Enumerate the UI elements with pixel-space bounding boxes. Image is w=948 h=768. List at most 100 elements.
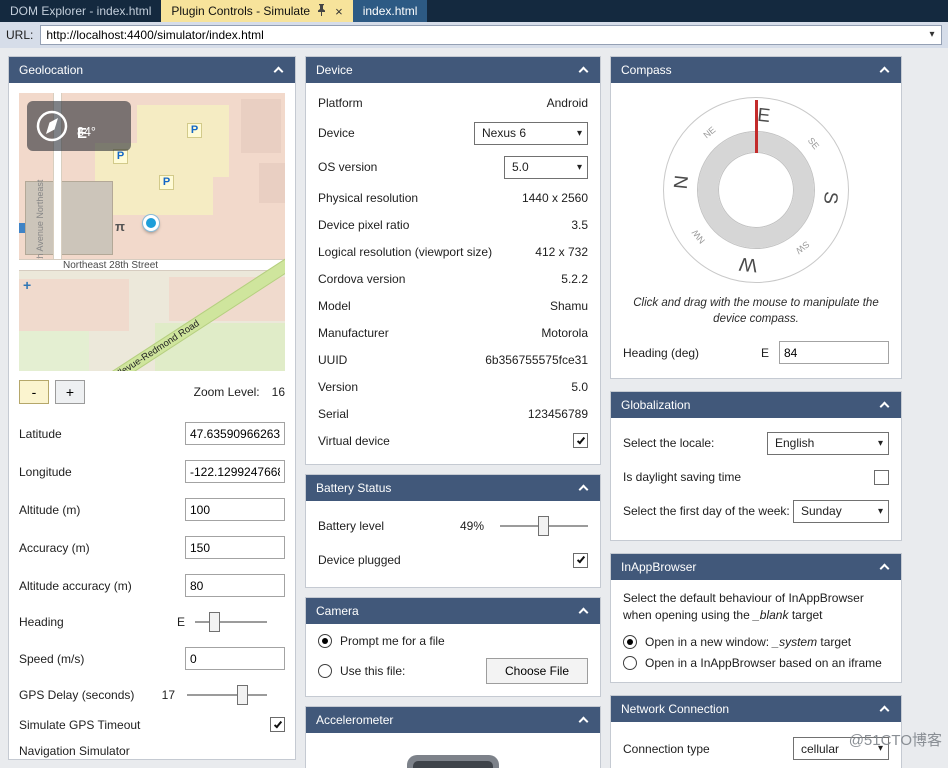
heading-slider[interactable] bbox=[195, 612, 267, 632]
pin-icon[interactable] bbox=[317, 4, 326, 19]
pixel-ratio-value: 3.5 bbox=[571, 218, 588, 232]
battery-header[interactable]: Battery Status bbox=[306, 475, 600, 501]
speed-input[interactable] bbox=[185, 647, 285, 670]
tab-index-html[interactable]: index.html bbox=[353, 0, 428, 22]
first-day-select[interactable]: Sunday ▾ bbox=[793, 500, 889, 523]
description-text: target bbox=[788, 608, 822, 622]
zoom-out-button[interactable]: - bbox=[19, 380, 49, 404]
accuracy-input[interactable] bbox=[185, 536, 285, 559]
map-building bbox=[259, 163, 285, 203]
locale-select[interactable]: English ▾ bbox=[767, 432, 889, 455]
slider-track bbox=[195, 621, 267, 623]
panel-compass: Compass N NE E SE S SW W NW bbox=[610, 56, 902, 379]
gps-delay-slider[interactable] bbox=[187, 685, 267, 705]
panel-title: Geolocation bbox=[19, 63, 83, 77]
gps-timeout-checkbox[interactable] bbox=[270, 717, 285, 732]
network-header[interactable]: Network Connection bbox=[611, 696, 901, 722]
cardinal-e: E bbox=[749, 102, 778, 131]
navigation-simulator-label: Navigation Simulator bbox=[19, 744, 285, 758]
panel-title: Battery Status bbox=[316, 481, 391, 495]
cardinal-s: S bbox=[815, 183, 844, 212]
check-icon bbox=[576, 435, 584, 444]
slider-thumb[interactable] bbox=[237, 685, 248, 705]
altitude-accuracy-input[interactable] bbox=[185, 574, 285, 597]
battery-level-slider[interactable] bbox=[500, 516, 588, 536]
url-dropdown-icon[interactable]: ▾ bbox=[924, 27, 940, 43]
version-value: 5.0 bbox=[571, 380, 588, 394]
device-illustration[interactable] bbox=[407, 755, 499, 768]
manufacturer-value: Motorola bbox=[541, 326, 588, 340]
close-icon[interactable]: × bbox=[335, 4, 343, 19]
gps-timeout-label: Simulate GPS Timeout bbox=[19, 718, 270, 732]
url-label: URL: bbox=[6, 28, 33, 42]
chevron-up-icon[interactable] bbox=[274, 67, 284, 77]
device-plugged-label: Device plugged bbox=[318, 553, 401, 567]
panel-inappbrowser: InAppBrowser Select the default behaviou… bbox=[610, 553, 902, 683]
parking-icon: P bbox=[187, 123, 202, 138]
gps-delay-value: 17 bbox=[162, 688, 175, 702]
chevron-up-icon[interactable] bbox=[880, 564, 890, 574]
camera-header[interactable]: Camera bbox=[306, 598, 600, 624]
cardinal-n: N bbox=[668, 168, 697, 197]
option-text: Open in a new window: bbox=[645, 635, 772, 649]
location-dot[interactable] bbox=[143, 215, 159, 231]
camera-file-radio[interactable] bbox=[318, 664, 332, 678]
altitude-input[interactable] bbox=[185, 498, 285, 521]
locale-value: English bbox=[775, 436, 814, 450]
chevron-up-icon[interactable] bbox=[579, 67, 589, 77]
device-plugged-checkbox[interactable] bbox=[573, 553, 588, 568]
panel-accelerometer: Accelerometer bbox=[305, 706, 601, 768]
battery-level-label: Battery level bbox=[318, 519, 460, 533]
watermark: @51CTO博客 bbox=[849, 729, 942, 750]
device-select[interactable]: Nexus 6 ▾ bbox=[474, 122, 588, 145]
altitude-accuracy-label: Altitude accuracy (m) bbox=[19, 579, 185, 593]
dst-label: Is daylight saving time bbox=[623, 470, 741, 484]
panel-title: Accelerometer bbox=[316, 713, 393, 727]
device-select-value: Nexus 6 bbox=[482, 126, 526, 140]
os-version-value: 5.0 bbox=[512, 160, 529, 174]
tab-dom-explorer[interactable]: DOM Explorer - index.html bbox=[0, 0, 161, 22]
zoom-in-button[interactable]: + bbox=[55, 380, 85, 404]
virtual-device-checkbox[interactable] bbox=[573, 433, 588, 448]
physical-resolution-value: 1440 x 2560 bbox=[522, 191, 588, 205]
check-icon bbox=[576, 555, 584, 564]
logical-resolution-value: 412 x 732 bbox=[535, 245, 588, 259]
slider-thumb[interactable] bbox=[538, 516, 549, 536]
accelerometer-header[interactable]: Accelerometer bbox=[306, 707, 600, 733]
iab-new-window-radio[interactable] bbox=[623, 635, 637, 649]
chevron-up-icon[interactable] bbox=[880, 705, 890, 715]
compass-needle bbox=[755, 100, 758, 153]
globalization-header[interactable]: Globalization bbox=[611, 392, 901, 418]
map-marker-icon bbox=[19, 223, 25, 233]
chevron-up-icon[interactable] bbox=[579, 608, 589, 618]
iab-iframe-radio[interactable] bbox=[623, 656, 637, 670]
tab-plugin-controls[interactable]: Plugin Controls - Simulate × bbox=[161, 0, 352, 22]
chevron-down-icon: ▾ bbox=[878, 438, 883, 449]
description-em: _blank bbox=[753, 608, 788, 622]
platform-value: Android bbox=[547, 96, 588, 110]
compass-dial[interactable]: N NE E SE S SW W NW bbox=[661, 95, 851, 285]
latitude-input[interactable] bbox=[185, 422, 285, 445]
device-header[interactable]: Device bbox=[306, 57, 600, 83]
dst-checkbox[interactable] bbox=[874, 470, 889, 485]
zoom-level-value: 16 bbox=[272, 385, 285, 399]
choose-file-button[interactable]: Choose File bbox=[486, 658, 588, 684]
slider-thumb[interactable] bbox=[209, 612, 220, 632]
compass-header[interactable]: Compass bbox=[611, 57, 901, 83]
chevron-up-icon[interactable] bbox=[880, 67, 890, 77]
url-input[interactable] bbox=[40, 25, 942, 45]
os-version-select[interactable]: 5.0 ▾ bbox=[504, 156, 588, 179]
geolocation-header[interactable]: Geolocation bbox=[9, 57, 295, 83]
map[interactable]: th Avenue Northeast Northeast 28th Stree… bbox=[19, 93, 285, 371]
heading-deg-input[interactable] bbox=[779, 341, 889, 364]
chevron-up-icon[interactable] bbox=[579, 717, 589, 727]
inappbrowser-header[interactable]: InAppBrowser bbox=[611, 554, 901, 580]
cordova-version-label: Cordova version bbox=[318, 272, 405, 286]
heading-deg-label: Heading (deg) bbox=[623, 346, 761, 360]
geolocation-body: th Avenue Northeast Northeast 28th Stree… bbox=[9, 83, 295, 768]
camera-prompt-radio[interactable] bbox=[318, 634, 332, 648]
longitude-input[interactable] bbox=[185, 460, 285, 483]
camera-prompt-label: Prompt me for a file bbox=[340, 634, 445, 648]
chevron-up-icon[interactable] bbox=[579, 485, 589, 495]
chevron-up-icon[interactable] bbox=[880, 402, 890, 412]
